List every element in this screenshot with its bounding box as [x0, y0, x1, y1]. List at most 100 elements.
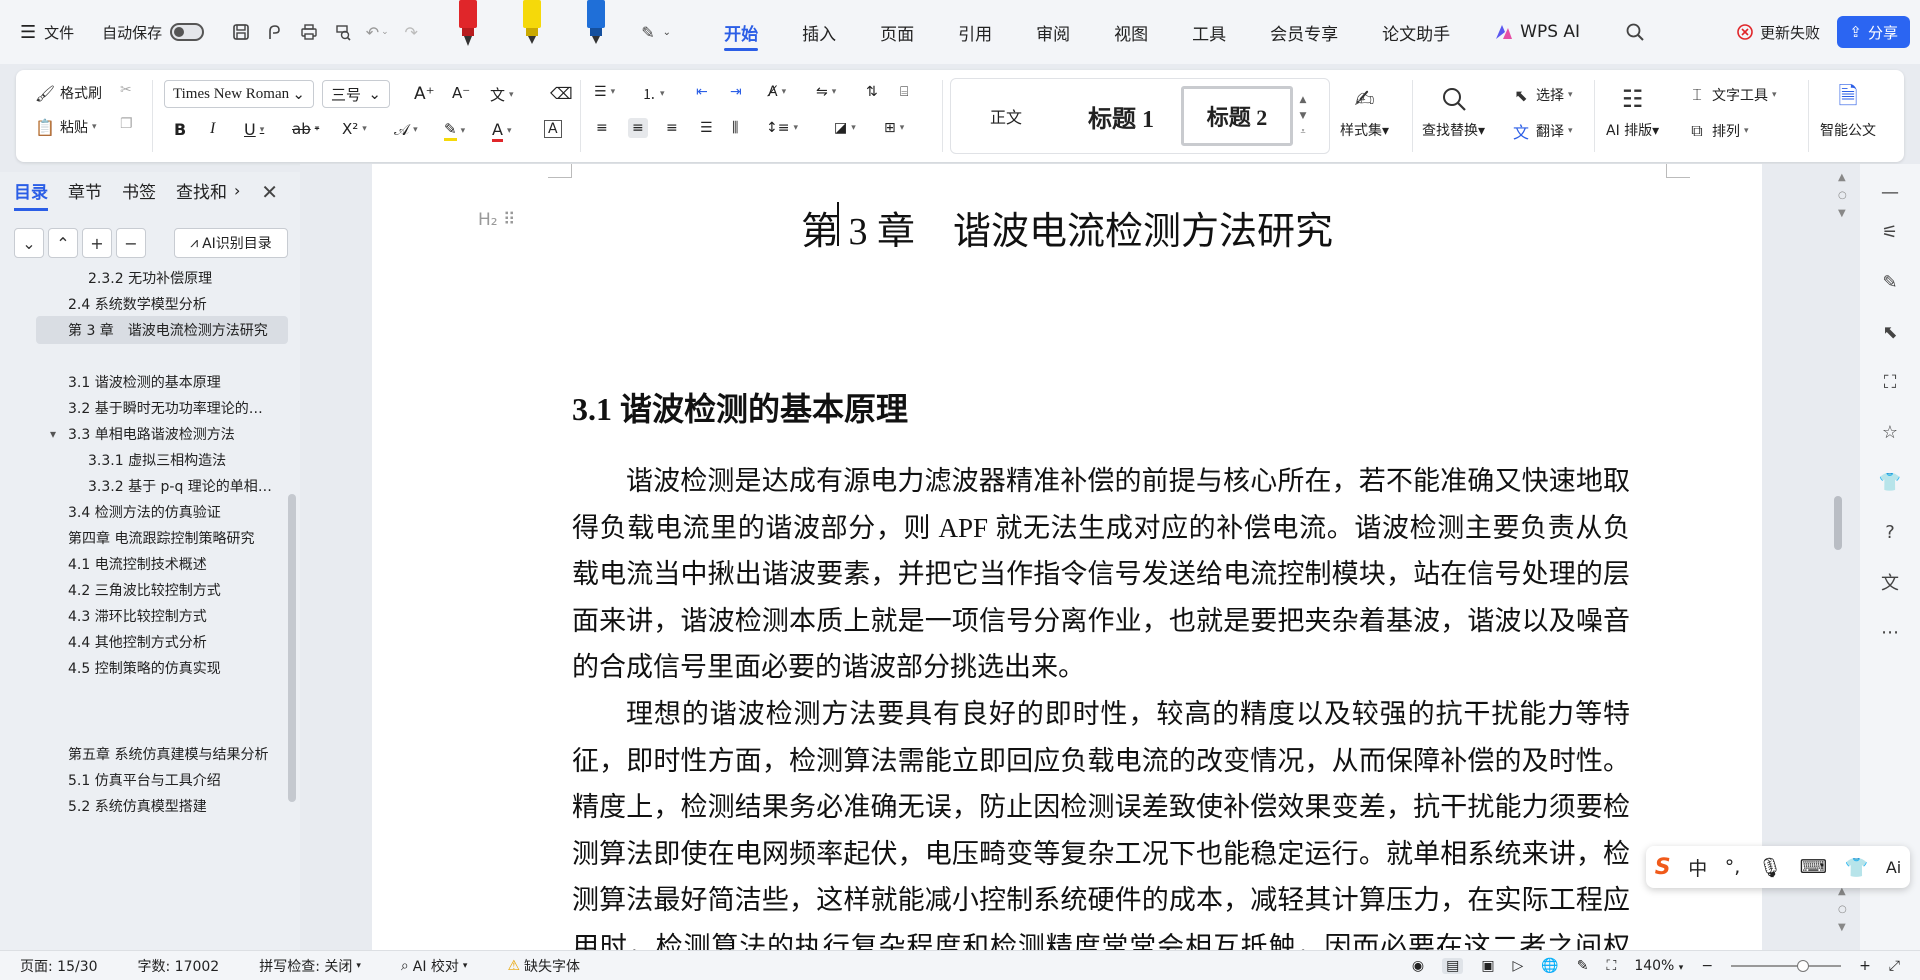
sort-swap-icon[interactable]: ⇋ ▾ [816, 84, 836, 100]
toc-item[interactable]: 5.1 仿真平台与工具介绍 [68, 766, 272, 794]
pen-settings-icon[interactable]: ✎ ⌄ [628, 15, 684, 49]
toc-item[interactable]: 4.1 电流控制技术概述 [68, 550, 272, 578]
body-text[interactable]: 谐波检测是达成有源电力滤波器精准补偿的前提与核心所在，若不能准确又快速地取得负载… [572, 458, 1630, 950]
more-icon[interactable]: ⋯ [1878, 620, 1902, 644]
share-button[interactable]: ⇪ 分享 [1837, 16, 1910, 48]
clear-format-icon[interactable]: ⌫ [550, 84, 573, 103]
yellow-highlighter-icon[interactable] [500, 0, 564, 64]
ai-toc-button[interactable]: ⩘ AI识别目录 [174, 228, 288, 258]
text-effect-icon[interactable]: 𝒜 ▾ [394, 120, 418, 140]
toc-item[interactable]: 第 3 章 谐波电流检测方法研究 [36, 316, 288, 344]
zoom-out-icon[interactable]: − [1701, 958, 1713, 974]
nav-tab-chapters[interactable]: 章节 [68, 178, 102, 203]
toc-item[interactable]: 3.3.1 虚拟三相构造法 [88, 446, 272, 474]
toc-item[interactable]: 4.4 其他控制方式分析 [68, 628, 272, 656]
expand-gallery-icon[interactable]: ⩡ [1300, 127, 1305, 137]
copy-icon[interactable]: ❐ [120, 116, 133, 132]
save-icon[interactable] [224, 15, 258, 49]
collapse-panel-icon[interactable]: — [1878, 180, 1902, 204]
nav-tab-bookmarks[interactable]: 书签 [122, 178, 156, 203]
find-replace-button[interactable]: 查找替换▾ [1422, 82, 1485, 140]
justify-icon[interactable]: ☰ [700, 120, 713, 136]
toc-item[interactable]: 3.1 谐波检测的基本原理 [68, 368, 272, 396]
fullscreen-icon[interactable]: ⤢ [1889, 958, 1900, 974]
grow-font-icon[interactable]: A⁺ [414, 84, 435, 104]
toc-item[interactable]: 4.3 滞环比较控制方式 [68, 602, 272, 630]
close-icon[interactable]: ✕ [261, 180, 278, 204]
document-scrollbar-thumb[interactable] [1834, 496, 1842, 550]
nav-scrollbar[interactable] [288, 494, 296, 802]
tab-references[interactable]: 引用 [936, 0, 1014, 64]
image-edit-icon[interactable]: ⛶ [1878, 370, 1902, 394]
smart-document-button[interactable]: 🗎 智能公文 [1820, 82, 1876, 140]
tab-insert[interactable]: 插入 [780, 0, 858, 64]
shirt-icon[interactable]: 👕 [1878, 470, 1902, 494]
document-page[interactable]: H₂ ⠿ 第 3 章 谐波电流检测方法研究 3.1 谐波检测的基本原理 谐波检测… [372, 164, 1762, 950]
globe-icon[interactable]: 🌐 [1541, 958, 1558, 974]
style-heading-2[interactable]: 标题 2 [1181, 86, 1293, 146]
zoom-slider-knob[interactable] [1797, 960, 1810, 972]
numbered-list-icon[interactable]: ⒈ ▾ [642, 84, 665, 104]
chevron-up-icon[interactable]: ▲ [1300, 95, 1307, 105]
show-marks-icon[interactable]: ⌸ [900, 84, 908, 100]
font-name-select[interactable]: Times New Roman ⌄ [164, 80, 314, 108]
reading-mode-icon[interactable]: ▷ [1513, 958, 1524, 974]
tab-paper-assistant[interactable]: 论文助手 [1360, 0, 1472, 64]
select-button[interactable]: ⬉ 选择 ▾ [1510, 84, 1572, 106]
magic-star-icon[interactable]: ☆ [1878, 420, 1902, 444]
skin-icon[interactable]: 👕 [1845, 856, 1869, 879]
adjust-sliders-icon[interactable]: ⚟ [1878, 220, 1902, 244]
paragraph[interactable]: 谐波检测是达成有源电力滤波器精准补偿的前提与核心所在，若不能准确又快速地取得负载… [572, 458, 1630, 691]
zoom-in-icon[interactable]: + [1859, 958, 1871, 974]
decrease-indent-icon[interactable]: ⇤ [696, 84, 708, 100]
ime-language[interactable]: 中 [1688, 854, 1707, 881]
blue-pen-icon[interactable] [564, 0, 628, 64]
eye-protection-icon[interactable]: ◉ [1412, 958, 1424, 974]
gallery-scroll[interactable]: ▲ ▼ ⩡ [1293, 95, 1313, 137]
page-counter[interactable]: 页面: 15/30 [0, 956, 118, 976]
page-view-icon[interactable]: ▤ [1442, 958, 1464, 974]
sogou-logo-icon[interactable]: S [1655, 855, 1671, 880]
style-set-button[interactable]: ✍ 样式集▾ [1340, 82, 1389, 140]
borders-icon[interactable]: ⊞ ▾ [884, 120, 904, 136]
tab-tools[interactable]: 工具 [1170, 0, 1248, 64]
shrink-font-icon[interactable]: A⁻ [452, 84, 470, 102]
update-failed-indicator[interactable]: 更新失败 [1736, 16, 1820, 48]
chevron-down-icon[interactable]: ▼ [1300, 111, 1307, 121]
underline-button[interactable]: U ▾ [244, 120, 264, 139]
undo-icon[interactable]: ↶ ⌄ [360, 15, 394, 49]
toc-item[interactable]: 3.4 检测方法的仿真验证 [68, 498, 272, 526]
expand-triangle-icon[interactable]: ▾ [50, 427, 56, 441]
ai-layout-button[interactable]: ☷ AI 排版▾ [1606, 82, 1659, 140]
punctuation-icon[interactable]: °, [1725, 856, 1741, 878]
redo-icon[interactable]: ↷ [394, 15, 428, 49]
bullet-list-icon[interactable]: ☰ ▾ [594, 84, 615, 100]
toc-item[interactable]: 2.4 系统数学模型分析 [68, 290, 272, 318]
align-left-icon[interactable]: ≡ [596, 120, 608, 136]
text-direction-icon[interactable]: A̸ ▾ [768, 84, 786, 100]
font-color-icon[interactable]: A ▾ [492, 120, 511, 142]
export-pdf-icon[interactable] [258, 15, 292, 49]
nav-tab-toc[interactable]: 目录 [14, 178, 48, 211]
zoom-level[interactable]: 140% ▾ [1634, 958, 1683, 974]
tab-home[interactable]: 开始 [702, 0, 780, 64]
font-size-select[interactable]: 三号 ⌄ [322, 80, 390, 108]
sort-icon[interactable]: ⇅ [866, 84, 878, 100]
print-preview-icon[interactable] [326, 15, 360, 49]
autosave[interactable]: 自动保存 [94, 12, 212, 52]
strikethrough-button[interactable]: ab ▾ [292, 120, 319, 138]
ai-assist-icon[interactable]: Ai [1886, 858, 1901, 877]
line-spacing-icon[interactable]: ↕≡ ▾ [766, 120, 798, 136]
translate-rail-icon[interactable]: 文 [1878, 570, 1902, 594]
ai-proofread-button[interactable]: ⌕ AI 校对 ▾ [381, 956, 488, 976]
microphone-icon[interactable]: 🎙 [1758, 856, 1782, 879]
format-painter-button[interactable]: 🖌 格式刷 [34, 82, 102, 104]
print-icon[interactable] [292, 15, 326, 49]
zoom-slider[interactable] [1731, 960, 1842, 972]
red-pen-icon[interactable] [436, 0, 500, 64]
align-right-icon[interactable]: ≡ [666, 120, 678, 136]
nav-tab-find[interactable]: 查找和替换 [176, 178, 226, 203]
missing-font-warning[interactable]: ⚠ 缺失字体 [487, 956, 600, 976]
write-mode-icon[interactable]: ✎ [1577, 958, 1589, 974]
cut-icon[interactable]: ✂ [120, 82, 132, 98]
